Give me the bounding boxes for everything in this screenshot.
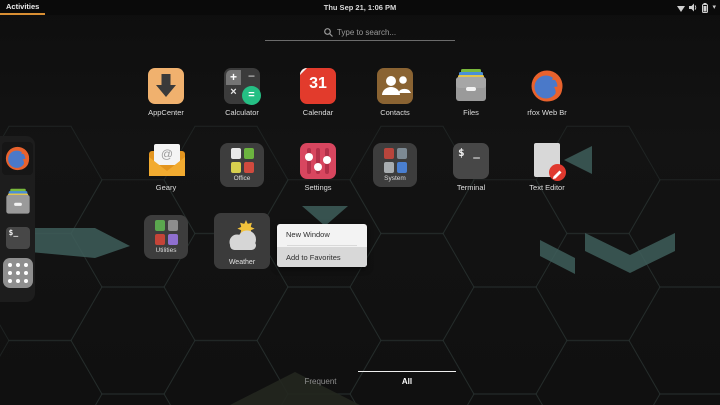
search-placeholder: Type to search...: [336, 27, 397, 37]
folder-label: Office: [233, 175, 251, 182]
folder-label: System: [384, 175, 406, 182]
system-folder-icon: System: [373, 143, 417, 187]
app-contacts[interactable]: Contacts: [359, 68, 431, 117]
app-folder-system[interactable]: System: [359, 143, 431, 187]
menu-separator: [287, 245, 357, 246]
network-icon: [677, 5, 686, 12]
weather-selection-highlight: Weather: [214, 213, 270, 269]
dock-item-firefox[interactable]: [0, 145, 35, 172]
app-settings[interactable]: Settings: [282, 143, 354, 192]
app-label: Calculator: [225, 108, 259, 117]
top-bar: Activities Thu Sep 21, 1:06 PM ▾: [0, 0, 720, 15]
terminal-icon: $ _: [453, 143, 489, 179]
app-folder-utilities[interactable]: Utilities: [130, 215, 202, 259]
calc-minus: −: [247, 69, 255, 83]
contacts-icon: [377, 68, 413, 104]
files-icon: [453, 68, 489, 104]
calc-equals: =: [242, 86, 261, 105]
app-weather-selected[interactable]: Weather: [206, 213, 278, 269]
calendar-day-number: 31: [309, 75, 327, 92]
context-menu: New Window Add to Favorites: [277, 224, 367, 267]
calculator-icon: + − × =: [224, 68, 261, 105]
search-icon: [324, 27, 333, 37]
weather-icon: [229, 220, 256, 250]
app-label: AppCenter: [148, 108, 184, 117]
menu-item-new-window[interactable]: New Window: [277, 224, 367, 244]
wallpaper-teal-shape: [585, 233, 675, 273]
app-firefox[interactable]: rfox Web Br: [511, 68, 583, 117]
firefox-icon: [5, 146, 30, 171]
wallpaper-hex-pattern: [0, 0, 720, 405]
desktop-overview: Activities Thu Sep 21, 1:06 PM ▾ Type to…: [0, 0, 720, 405]
app-text-editor[interactable]: Text Editor: [511, 143, 583, 192]
app-label: Text Editor: [529, 183, 565, 192]
app-label: Geary: [155, 183, 177, 192]
search-input[interactable]: Type to search...: [265, 24, 455, 41]
dock-item-files[interactable]: [0, 188, 35, 216]
clock[interactable]: Thu Sep 21, 1:06 PM: [0, 0, 720, 15]
system-tray[interactable]: ▾: [677, 0, 716, 15]
terminal-icon: $_: [5, 227, 30, 249]
app-folder-office[interactable]: Office: [206, 143, 278, 187]
firefox-icon: [529, 68, 565, 104]
volume-icon: [689, 3, 697, 12]
app-label: rfox Web Br: [527, 108, 567, 117]
app-label: Files: [463, 108, 479, 117]
tab-frequent[interactable]: Frequent: [283, 377, 358, 386]
folder-label: Utilities: [155, 247, 177, 254]
app-label: Settings: [304, 183, 332, 192]
utilities-folder-icon: Utilities: [144, 215, 188, 259]
calendar-icon: 31: [300, 68, 336, 104]
geary-at-glyph: @: [161, 147, 173, 161]
terminal-prompt-glyph: $ _: [458, 146, 481, 159]
app-terminal[interactable]: $ _ Terminal: [435, 143, 507, 192]
settings-icon: [300, 143, 336, 179]
app-calendar[interactable]: 31 Calendar: [282, 68, 354, 117]
calc-plus: +: [226, 70, 241, 85]
dock-item-terminal[interactable]: $_: [0, 227, 35, 249]
app-files[interactable]: Files: [435, 68, 507, 117]
app-label: Terminal: [456, 183, 486, 192]
wallpaper-teal-shape: [302, 206, 348, 226]
app-label: Contacts: [380, 108, 410, 117]
app-label: Calendar: [302, 108, 334, 117]
files-icon: [5, 188, 30, 214]
wallpaper-teal-shape: [540, 240, 575, 274]
text-editor-icon: [529, 143, 566, 181]
app-label: Weather: [228, 259, 256, 266]
tab-all[interactable]: All: [358, 371, 456, 386]
dock-show-applications-button[interactable]: [0, 258, 35, 288]
geary-icon: @: [148, 143, 185, 179]
menu-item-add-to-favorites[interactable]: Add to Favorites: [277, 247, 367, 267]
dock: $_: [0, 136, 35, 302]
app-grid-icon: [2, 258, 33, 288]
app-appcenter[interactable]: AppCenter: [130, 68, 202, 117]
pencil-icon: [552, 170, 562, 179]
battery-icon: [702, 2, 709, 13]
app-geary[interactable]: @ Geary: [130, 143, 202, 192]
appcenter-icon: [148, 68, 184, 104]
wallpaper-teal-shape: [30, 228, 130, 258]
app-calculator[interactable]: + − × = Calculator: [206, 68, 278, 117]
office-folder-icon: Office: [220, 143, 264, 187]
chevron-down-icon: ▾: [712, 4, 716, 11]
calc-times: ×: [230, 86, 237, 98]
